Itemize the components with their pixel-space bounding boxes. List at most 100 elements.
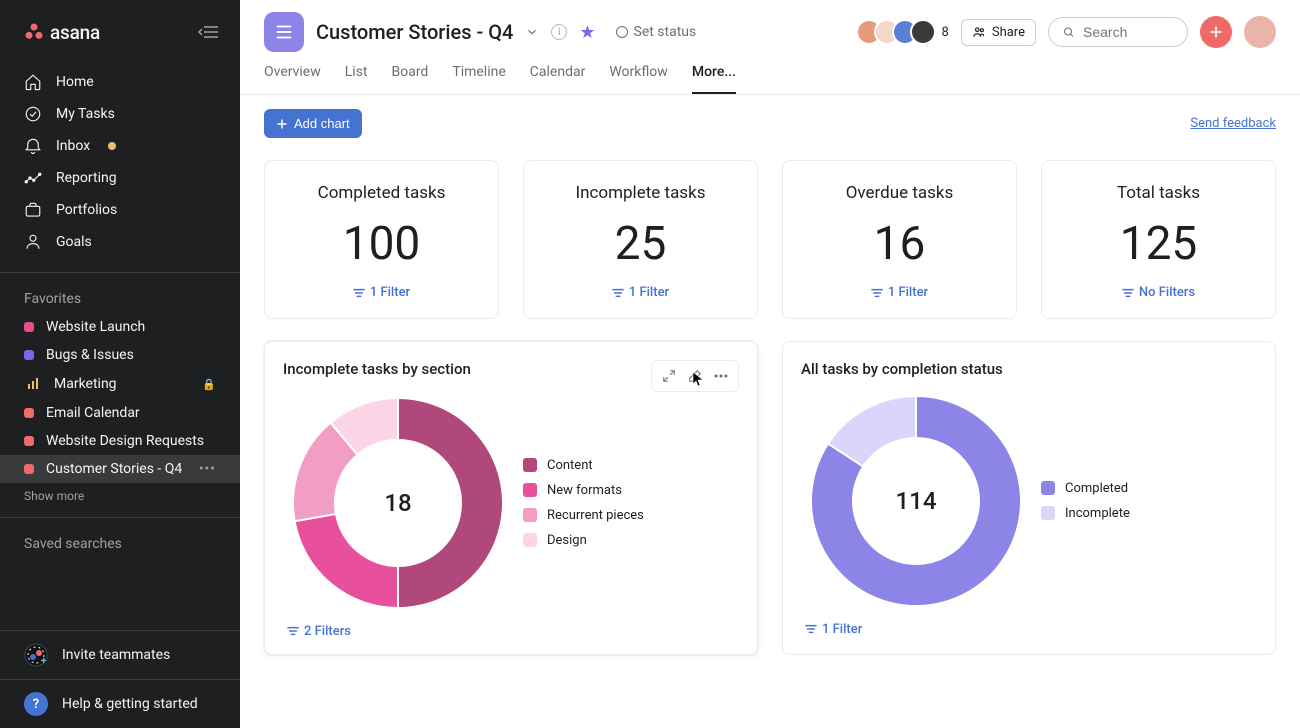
add-chart-label: Add chart xyxy=(294,116,350,131)
main-content: Customer Stories - Q4 i ★ Set status xyxy=(240,0,1300,728)
stat-filter-link[interactable]: 1 Filter xyxy=(612,285,669,300)
stat-filter-link[interactable]: No Filters xyxy=(1122,285,1195,300)
chart-legend: Completed Incomplete xyxy=(1041,481,1130,521)
tab-workflow[interactable]: Workflow xyxy=(609,64,668,94)
donut-chart: 114 xyxy=(811,396,1021,606)
stat-filter-link[interactable]: 1 Filter xyxy=(353,285,410,300)
sidebar-item-portfolios[interactable]: Portfolios xyxy=(0,194,240,226)
project-header: Customer Stories - Q4 i ★ Set status xyxy=(240,0,1300,95)
legend-swatch-icon xyxy=(523,458,537,472)
stat-card[interactable]: Overdue tasks 16 1 Filter xyxy=(782,160,1017,319)
global-add-button[interactable] xyxy=(1200,16,1232,48)
tab-more[interactable]: More... xyxy=(692,64,736,94)
status-circle-icon xyxy=(616,26,628,38)
favorite-item[interactable]: Email Calendar xyxy=(0,399,240,427)
inbox-icon xyxy=(24,137,42,155)
tab-calendar[interactable]: Calendar xyxy=(530,64,586,94)
tab-board[interactable]: Board xyxy=(392,64,429,94)
edit-icon[interactable] xyxy=(684,365,706,387)
project-color-icon xyxy=(24,436,34,446)
legend-item: Content xyxy=(523,458,644,473)
share-button[interactable]: Share xyxy=(961,19,1036,46)
invite-teammates-button[interactable]: + Invite teammates xyxy=(0,630,240,679)
collapse-sidebar-button[interactable] xyxy=(192,16,224,48)
help-label: Help & getting started xyxy=(62,696,198,712)
favorite-item[interactable]: Bugs & Issues xyxy=(0,341,240,369)
tab-list[interactable]: List xyxy=(345,64,368,94)
chart-filter-link[interactable]: 1 Filter xyxy=(801,622,862,637)
stat-card[interactable]: Incomplete tasks 25 1 Filter xyxy=(523,160,758,319)
favorite-label: Website Launch xyxy=(46,319,145,335)
favorite-label: Customer Stories - Q4 xyxy=(46,461,182,477)
chart-card[interactable]: All tasks by completion status 114 Compl… xyxy=(782,341,1276,656)
legend-swatch-icon xyxy=(523,508,537,522)
star-icon[interactable]: ★ xyxy=(579,22,595,43)
sidebar-item-goals[interactable]: Goals xyxy=(0,226,240,258)
project-menu-chevron-icon[interactable] xyxy=(525,25,539,39)
invite-label: Invite teammates xyxy=(62,647,170,663)
favorite-label: Bugs & Issues xyxy=(46,347,134,363)
favorite-item[interactable]: Customer Stories - Q4 ••• xyxy=(0,455,240,483)
show-more-favorites[interactable]: Show more xyxy=(0,483,240,509)
sidebar-item-inbox[interactable]: Inbox xyxy=(0,130,240,162)
donut-center-value: 18 xyxy=(384,489,411,517)
stat-filter-link[interactable]: 1 Filter xyxy=(871,285,928,300)
legend-item: New formats xyxy=(523,483,644,498)
favorite-item[interactable]: Website Design Requests xyxy=(0,427,240,455)
dashboard-toolbar: Add chart Send feedback xyxy=(240,95,1300,152)
legend-item: Recurrent pieces xyxy=(523,508,644,523)
legend-item: Completed xyxy=(1041,481,1130,496)
add-chart-button[interactable]: Add chart xyxy=(264,109,362,138)
nav-label: Inbox xyxy=(56,138,90,154)
tab-overview[interactable]: Overview xyxy=(264,64,321,94)
help-button[interactable]: ? Help & getting started xyxy=(0,679,240,728)
legend-label: Content xyxy=(547,458,593,473)
nav-label: My Tasks xyxy=(56,106,115,122)
more-icon[interactable]: ••• xyxy=(199,461,216,477)
chart-filter-link[interactable]: 2 Filters xyxy=(283,624,351,639)
plus-icon xyxy=(276,118,288,130)
more-icon[interactable] xyxy=(710,365,732,387)
search-box[interactable] xyxy=(1048,17,1188,47)
home-icon xyxy=(24,73,42,91)
donut-center-value: 114 xyxy=(896,487,937,515)
stat-value: 125 xyxy=(1058,217,1259,271)
people-icon xyxy=(972,25,986,39)
logo[interactable]: asana xyxy=(24,21,100,44)
logo-text: asana xyxy=(50,21,100,44)
expand-icon[interactable] xyxy=(658,365,680,387)
legend-label: Design xyxy=(547,533,587,548)
goals-icon xyxy=(24,233,42,251)
search-input[interactable] xyxy=(1083,24,1173,40)
reporting-icon xyxy=(24,169,42,187)
invite-icon: + xyxy=(24,643,48,667)
avatar xyxy=(910,19,936,45)
project-icon[interactable] xyxy=(264,12,304,52)
chart-title: All tasks by completion status xyxy=(801,360,1003,378)
sidebar-item-home[interactable]: Home xyxy=(0,66,240,98)
legend-label: Incomplete xyxy=(1065,506,1130,521)
info-icon[interactable]: i xyxy=(551,24,567,40)
send-feedback-link[interactable]: Send feedback xyxy=(1190,116,1276,131)
nav-label: Reporting xyxy=(56,170,117,186)
user-avatar[interactable] xyxy=(1244,16,1276,48)
project-title: Customer Stories - Q4 xyxy=(316,20,513,44)
stat-title: Completed tasks xyxy=(281,183,482,203)
sidebar-item-my-tasks[interactable]: My Tasks xyxy=(0,98,240,130)
member-avatars[interactable]: 8 xyxy=(856,19,949,45)
project-color-icon xyxy=(24,464,34,474)
chart-actions xyxy=(651,360,739,392)
sidebar-item-reporting[interactable]: Reporting xyxy=(0,162,240,194)
my-tasks-icon xyxy=(24,105,42,123)
project-color-icon xyxy=(24,322,34,332)
favorite-item[interactable]: Website Launch xyxy=(0,313,240,341)
tab-timeline[interactable]: Timeline xyxy=(452,64,505,94)
favorite-item[interactable]: Marketing🔒 xyxy=(0,369,240,399)
set-status-button[interactable]: Set status xyxy=(616,24,697,40)
member-count: 8 xyxy=(942,25,949,40)
sidebar: asana Home My Tasks Inbox Reporting Portfoli… xyxy=(0,0,240,728)
donut-chart: 18 xyxy=(293,398,503,608)
chart-card[interactable]: Incomplete tasks by section 18 ContentNe… xyxy=(264,341,758,656)
stat-card[interactable]: Completed tasks 100 1 Filter xyxy=(264,160,499,319)
stat-card[interactable]: Total tasks 125 No Filters xyxy=(1041,160,1276,319)
